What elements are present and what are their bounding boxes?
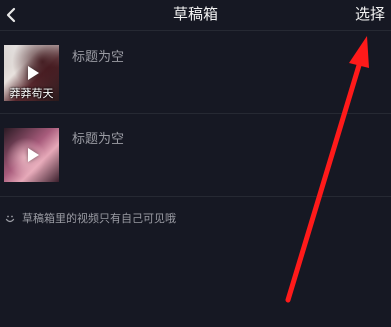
draft-thumbnail[interactable]: 莽莽苟天 — [4, 45, 59, 101]
draft-item[interactable]: 莽莽苟天 标题为空 — [0, 31, 391, 114]
thumbnail-caption: 莽莽苟天 — [9, 87, 54, 100]
note-text: 草稿箱里的视频只有自己可见哦 — [22, 212, 176, 225]
play-icon — [27, 66, 39, 80]
top-bar: 草稿箱 选择 — [0, 0, 391, 31]
draft-item[interactable]: 标题为空 — [0, 114, 391, 197]
draft-title: 标题为空 — [72, 50, 125, 65]
chevron-left-icon — [6, 7, 16, 23]
page-title: 草稿箱 — [172, 5, 218, 23]
back-button[interactable] — [0, 0, 22, 30]
draft-title: 标题为空 — [72, 132, 125, 147]
smile-icon — [5, 215, 15, 223]
play-icon — [27, 148, 39, 162]
drafts-privacy-note: 草稿箱里的视频只有自己可见哦 — [4, 210, 176, 228]
draft-thumbnail[interactable] — [4, 128, 59, 182]
select-button[interactable]: 选择 — [355, 3, 385, 25]
